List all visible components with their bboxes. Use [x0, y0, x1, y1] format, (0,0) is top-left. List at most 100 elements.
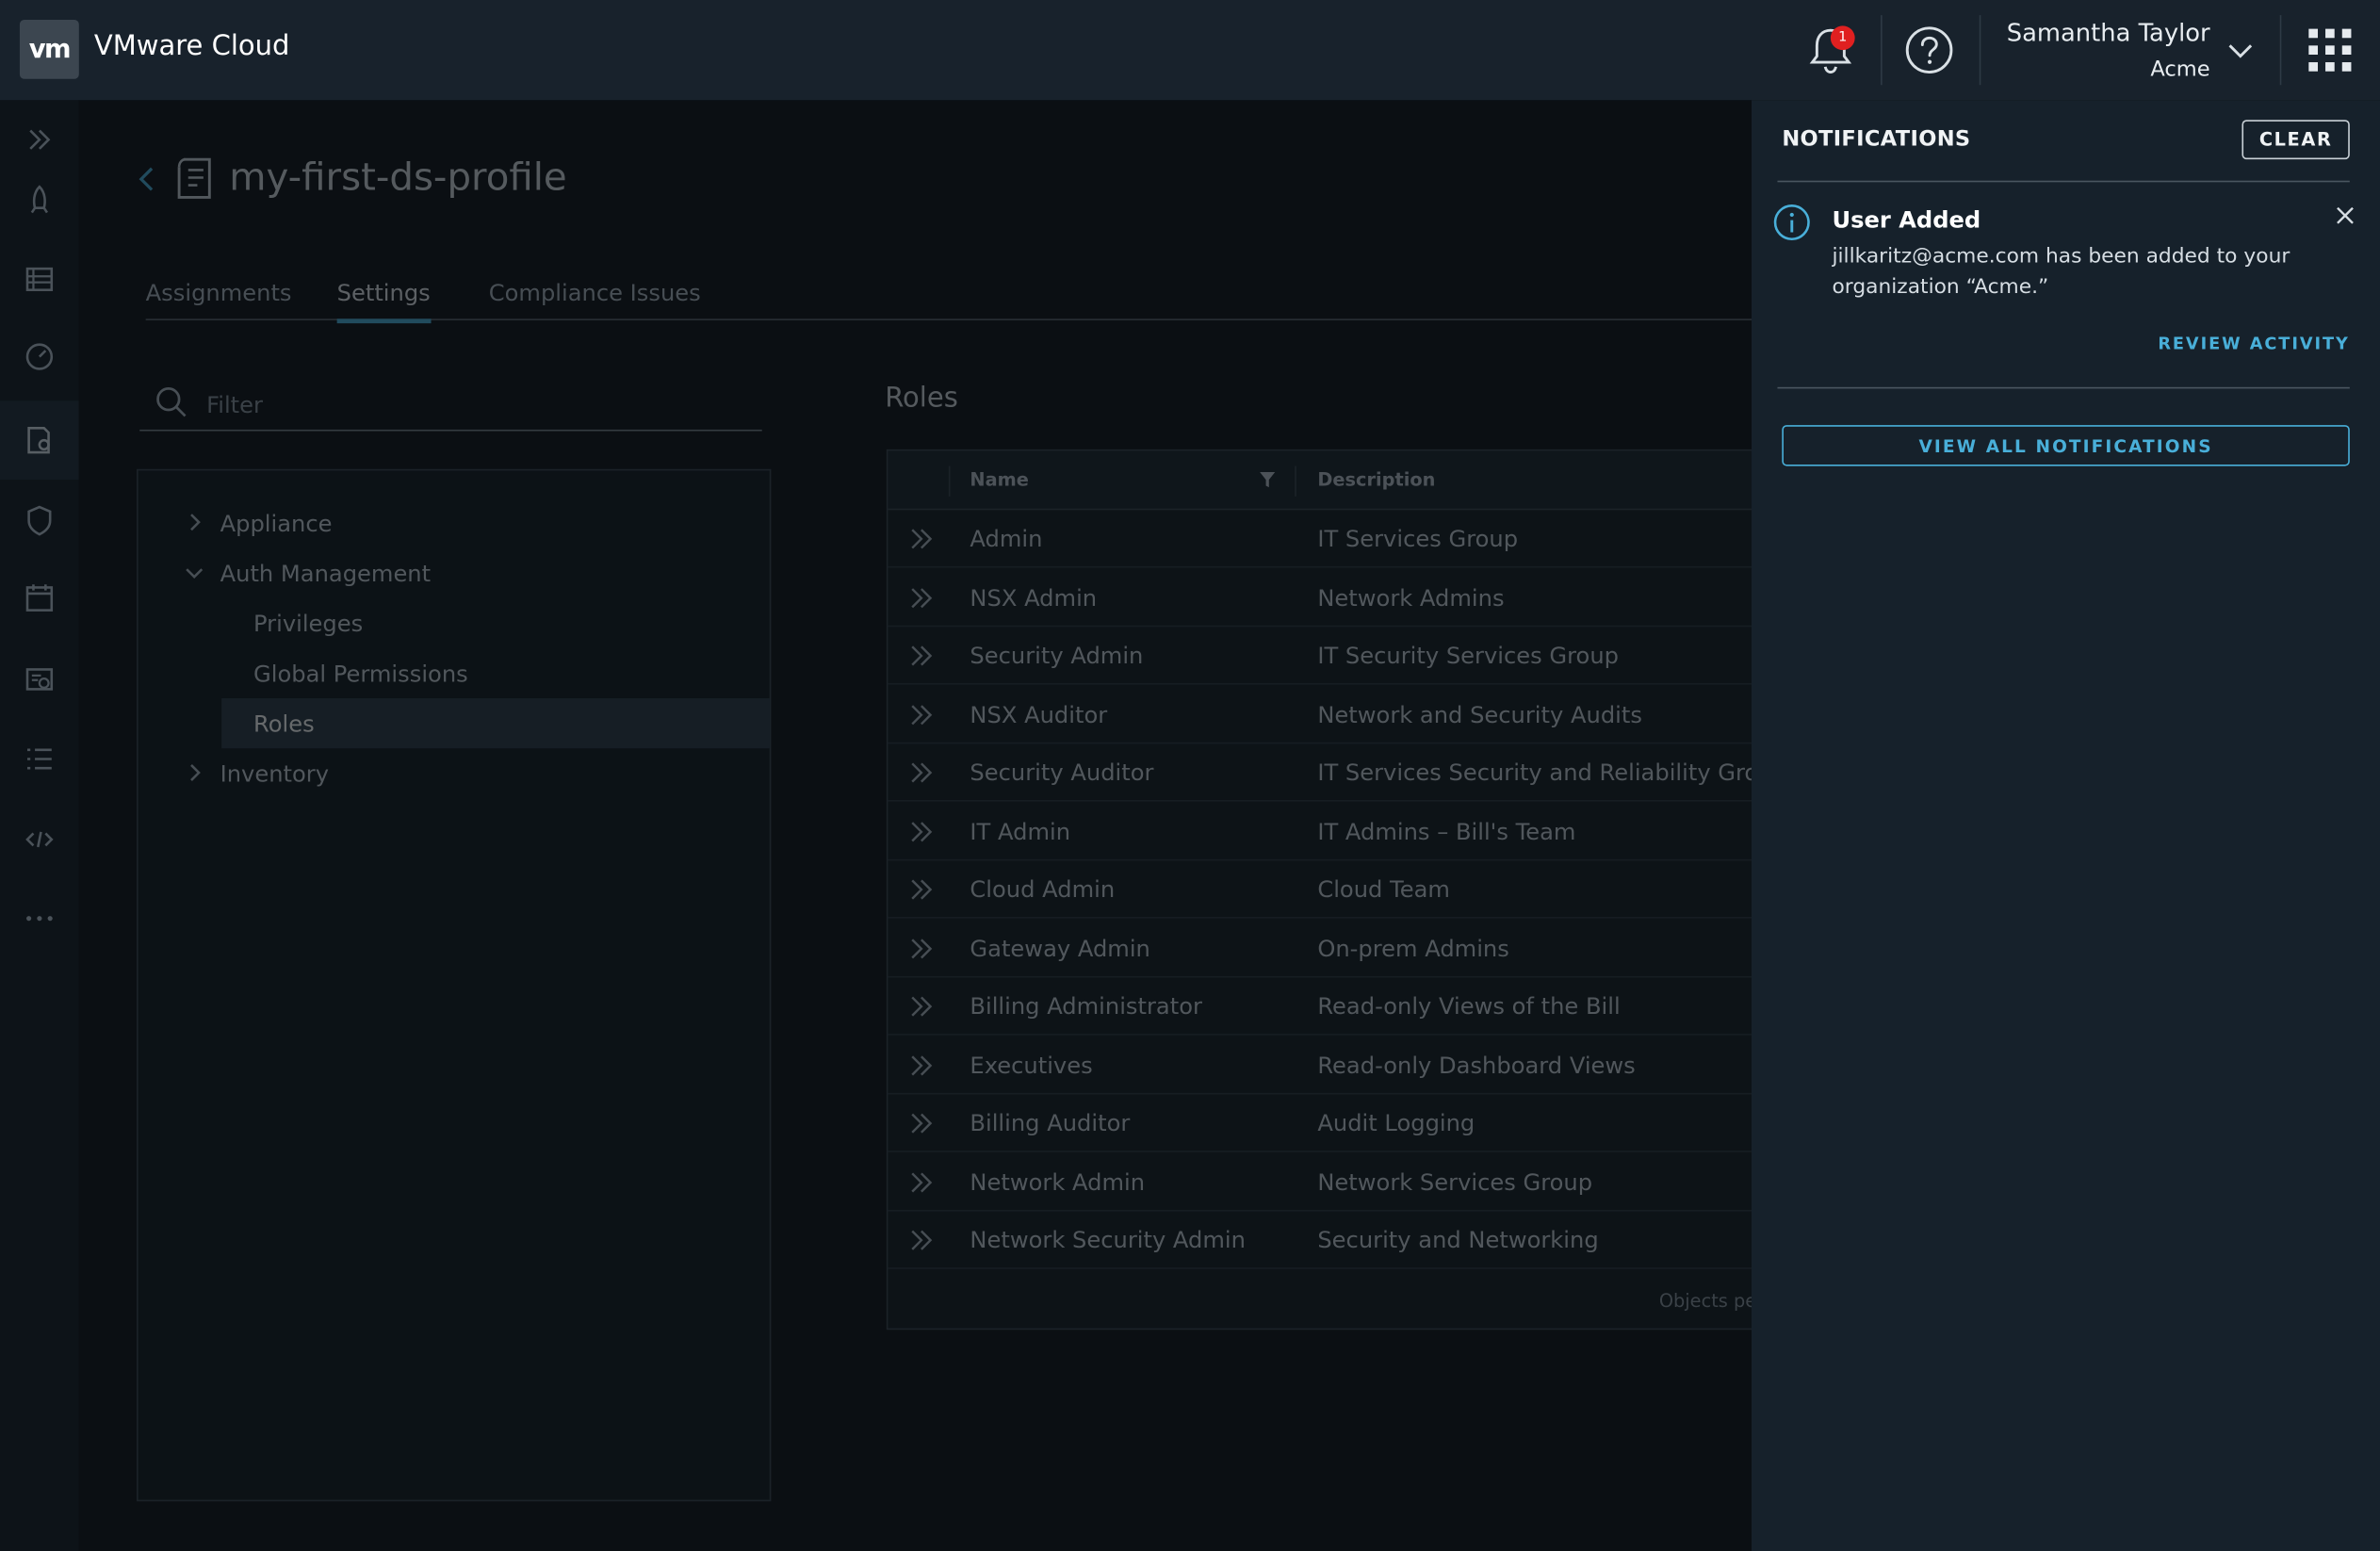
table-row[interactable]: IT Admin IT Admins – Bill's Team [888, 803, 1769, 861]
header-divider [1979, 15, 1981, 86]
double-chevron-right-icon[interactable] [909, 822, 934, 843]
cell-description: Network and Security Audits [1317, 701, 1642, 729]
chevron-down-icon[interactable] [2225, 37, 2256, 64]
review-activity-link[interactable]: REVIEW ACTIVITY [2109, 334, 2350, 353]
table-row[interactable]: Network Admin Network Services Group [888, 1153, 1769, 1212]
code-icon[interactable] [0, 800, 79, 879]
more-icon[interactable] [0, 879, 79, 958]
cell-name: Gateway Admin [970, 935, 1150, 963]
double-chevron-right-icon[interactable] [909, 645, 934, 667]
clear-button[interactable]: CLEAR [2241, 120, 2350, 160]
double-chevron-right-icon[interactable] [909, 879, 934, 901]
main-content: my-first-ds-profile Assignments Settings… [78, 100, 1787, 1551]
cell-description: Cloud Team [1317, 875, 1450, 904]
tree-item-label: Privileges [253, 609, 364, 637]
report-search-icon[interactable] [0, 641, 79, 720]
cell-description: Network Admins [1317, 584, 1505, 612]
double-chevron-right-icon[interactable] [909, 1172, 934, 1194]
cell-name: Security Auditor [970, 759, 1154, 787]
info-icon [1773, 204, 1810, 241]
help-icon[interactable] [1903, 24, 1955, 76]
cell-description: Read-only Dashboard Views [1317, 1052, 1636, 1080]
header-divider [1881, 15, 1883, 86]
table-row[interactable]: Gateway Admin On-prem Admins [888, 920, 1769, 978]
notifications-panel: NOTIFICATIONS CLEAR User Added jillkarit… [1752, 100, 2380, 1551]
list-icon[interactable] [0, 240, 79, 319]
vmware-logo[interactable]: vm [19, 19, 79, 79]
divider [1777, 180, 2350, 183]
user-org[interactable]: Acme [2007, 57, 2209, 82]
tree-item-appliance[interactable]: Appliance [139, 498, 770, 547]
menu-list-icon[interactable] [0, 720, 79, 799]
tab-compliance-issues[interactable]: Compliance Issues [489, 279, 701, 318]
notification-title: User Added [1832, 206, 1981, 235]
double-chevron-right-icon[interactable] [909, 762, 934, 784]
chevron-right-icon[interactable] [184, 512, 205, 533]
table-row[interactable]: Cloud Admin Cloud Team [888, 860, 1769, 919]
header-divider [2279, 15, 2282, 86]
table-row[interactable]: Security Auditor IT Services Security an… [888, 743, 1787, 802]
filter-funnel-icon[interactable] [1259, 470, 1277, 488]
filter-field [139, 383, 762, 432]
chevron-right-icon[interactable] [184, 762, 205, 784]
tree-item-auth-management[interactable]: Auth Management [139, 548, 770, 598]
double-chevron-right-icon[interactable] [909, 1230, 934, 1251]
roles-datagrid: Name Description Admin IT Services Group… [886, 449, 1787, 1331]
cell-description: IT Admins – Bill's Team [1317, 818, 1576, 846]
column-separator [1295, 465, 1296, 497]
table-row[interactable]: Billing Administrator Read-only Views of… [888, 977, 1769, 1036]
cell-name: Admin [970, 525, 1043, 553]
table-row[interactable]: Executives Read-only Dashboard Views [888, 1037, 1769, 1095]
double-chevron-right-icon[interactable] [909, 996, 934, 1018]
table-row[interactable]: NSX Auditor Network and Security Audits [888, 686, 1769, 744]
profile-settings-icon[interactable] [0, 400, 79, 481]
divider [1777, 386, 2350, 389]
cell-name: NSX Admin [970, 584, 1098, 612]
column-header-description[interactable]: Description [1317, 469, 1435, 491]
tree-item-label: Appliance [220, 509, 333, 537]
column-header-name[interactable]: Name [970, 469, 1029, 491]
app-title[interactable]: VMware Cloud [94, 30, 290, 62]
tree-item-label: Auth Management [220, 559, 432, 587]
close-icon[interactable] [2333, 204, 2357, 228]
double-chevron-right-icon[interactable] [909, 529, 934, 550]
tree-item-privileges[interactable]: Privileges [139, 598, 770, 648]
tab-assignments[interactable]: Assignments [146, 279, 292, 318]
cell-name: Billing Auditor [970, 1109, 1131, 1137]
calendar-icon[interactable] [0, 559, 79, 638]
view-all-notifications-button[interactable]: VIEW ALL NOTIFICATIONS [1782, 425, 2350, 466]
top-header: vm VMware Cloud 1 Samantha Taylor Acme [0, 0, 2380, 101]
cell-description: Read-only Views of the Bill [1317, 992, 1621, 1020]
table-row[interactable]: Billing Auditor Audit Logging [888, 1095, 1769, 1152]
app-switcher-grid-icon[interactable] [2307, 27, 2353, 73]
tree-item-roles[interactable]: Roles [221, 698, 770, 749]
datagrid-footer: Objects pe [888, 1272, 1768, 1330]
table-row[interactable]: NSX Admin Network Admins [888, 569, 1769, 628]
chevron-down-icon[interactable] [184, 562, 205, 583]
tab-settings[interactable]: Settings [336, 279, 431, 324]
table-row[interactable]: Network Security Admin Security and Netw… [888, 1212, 1769, 1269]
cell-name: Cloud Admin [970, 875, 1116, 904]
cell-name: Executives [970, 1052, 1093, 1080]
tree-item-inventory[interactable]: Inventory [139, 748, 770, 798]
table-row[interactable]: Admin IT Services Group [888, 510, 1769, 568]
user-name[interactable]: Samantha Taylor [2007, 18, 2210, 47]
tree-item-global-permissions[interactable]: Global Permissions [139, 648, 770, 698]
shield-icon[interactable] [0, 482, 79, 561]
rocket-icon[interactable] [0, 161, 79, 240]
datagrid-header: Name Description [888, 450, 1769, 511]
double-chevron-right-icon[interactable] [909, 939, 934, 960]
double-chevron-right-icon[interactable] [909, 587, 934, 609]
double-chevron-right-icon[interactable] [909, 1113, 934, 1135]
notification-body: jillkaritz@acme.com has been added to yo… [1832, 244, 2290, 300]
dashboard-icon[interactable] [0, 316, 79, 395]
cell-name: NSX Auditor [970, 701, 1108, 729]
profile-document-icon [177, 157, 211, 199]
cell-name: Security Admin [970, 642, 1144, 670]
cell-name: Network Admin [970, 1168, 1146, 1197]
back-chevron-icon[interactable] [134, 164, 161, 194]
double-chevron-right-icon[interactable] [909, 705, 934, 727]
filter-input[interactable] [206, 388, 738, 422]
double-chevron-right-icon[interactable] [909, 1055, 934, 1077]
table-row[interactable]: Security Admin IT Security Services Grou… [888, 627, 1769, 685]
